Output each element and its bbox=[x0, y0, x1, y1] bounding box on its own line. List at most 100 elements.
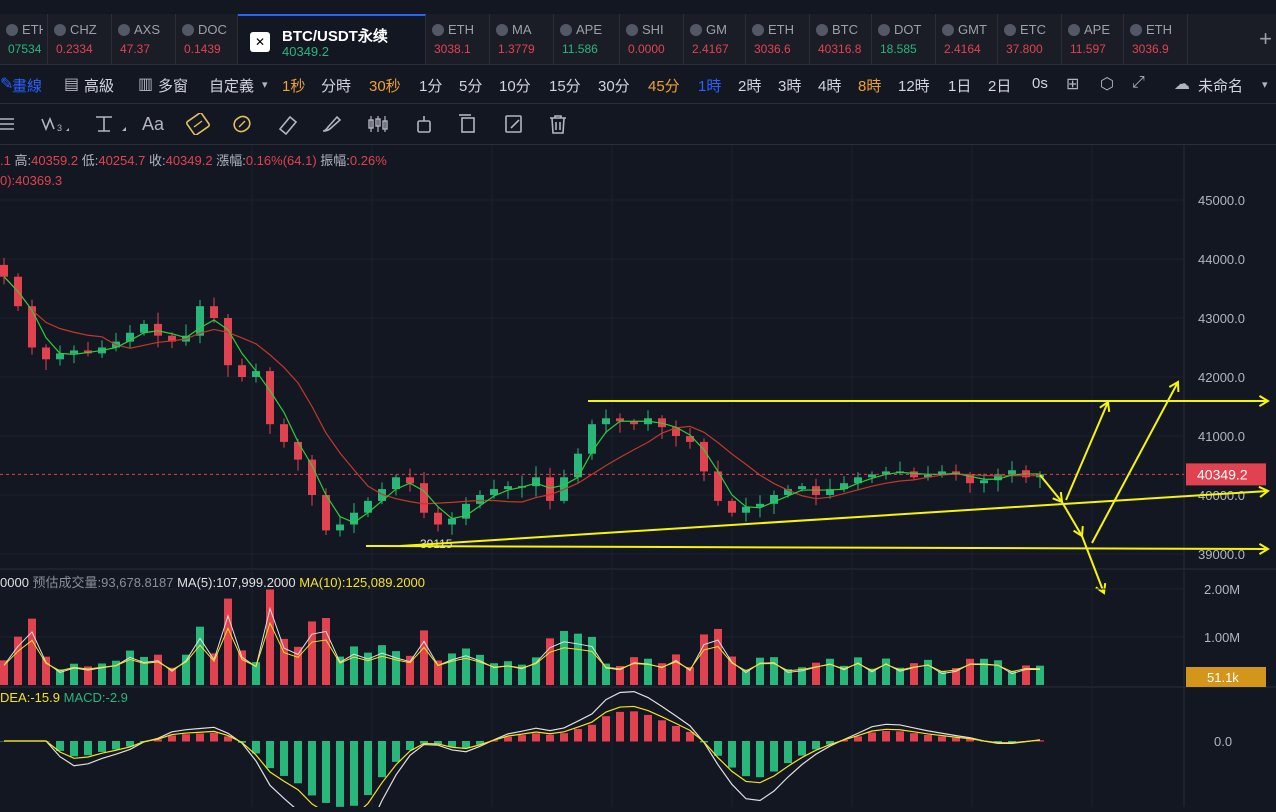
ruler-icon[interactable] bbox=[186, 113, 210, 135]
ticker-price: 07534 bbox=[8, 42, 42, 56]
ticker-price: 1.3779 bbox=[498, 42, 535, 56]
fullscreen-icon[interactable]: ⤢ bbox=[1132, 74, 1145, 92]
ticker-tab[interactable]: DOC 0.1439 bbox=[176, 14, 238, 64]
coin-icon bbox=[560, 24, 572, 36]
candlestick-chart[interactable]: 45000.044000.043000.042000.041000.040000… bbox=[0, 145, 1276, 812]
volume-bar bbox=[154, 654, 162, 685]
volume-tag-label: 51.1k bbox=[1207, 670, 1239, 685]
macd-histogram-bar bbox=[728, 741, 736, 768]
macd-histogram-bar bbox=[98, 741, 106, 752]
change-label: 漲幅: bbox=[216, 153, 246, 168]
draw-line-button[interactable]: 畫線 bbox=[12, 75, 42, 96]
timeframe-12[interactable]: 4時 bbox=[818, 75, 841, 96]
coin-icon bbox=[752, 24, 764, 36]
macd-histogram-bar bbox=[658, 720, 666, 742]
macd-histogram-bar bbox=[756, 741, 764, 778]
layout-chevron-icon[interactable]: ▾ bbox=[1262, 78, 1268, 91]
candle-body bbox=[504, 486, 512, 490]
eraser-icon[interactable] bbox=[276, 113, 300, 135]
macd-histogram-bar bbox=[364, 741, 372, 796]
trendline bbox=[1065, 401, 1109, 501]
timeframe-11[interactable]: 3時 bbox=[778, 75, 801, 96]
ticker-tab[interactable]: APE 11.586 bbox=[554, 14, 620, 64]
ticker-tab[interactable]: AXS 47.37 bbox=[112, 14, 176, 64]
timeframe-1[interactable]: 分時 bbox=[321, 75, 351, 96]
ticker-tab-active[interactable]: ✕ BTC/USDT永续 40349.2 bbox=[238, 14, 426, 64]
macd-histogram-bar bbox=[742, 741, 750, 777]
ticker-tab[interactable]: APE 11.597 bbox=[1062, 14, 1124, 64]
macd-histogram-bar bbox=[196, 733, 204, 742]
add-tab-icon[interactable]: + bbox=[1259, 26, 1272, 52]
timeframe-16[interactable]: 2日 bbox=[988, 75, 1011, 96]
ticker-tab[interactable]: GMT 2.4164 bbox=[936, 14, 998, 64]
ticker-tab[interactable]: ETH 3036.9 bbox=[1124, 14, 1188, 64]
advanced-button[interactable]: 高級 bbox=[84, 75, 114, 96]
wave-icon[interactable]: 3 bbox=[40, 113, 70, 135]
macd-histogram-bar bbox=[602, 716, 610, 742]
copy-icon[interactable] bbox=[456, 113, 480, 135]
timeframe-0[interactable]: 1秒 bbox=[282, 75, 305, 96]
ticker-tab[interactable]: BTC 40316.8 bbox=[810, 14, 872, 64]
custom-button[interactable]: 自定義 bbox=[209, 75, 254, 96]
candle-body bbox=[546, 477, 554, 501]
ticker-name: CHZ bbox=[70, 22, 97, 37]
multi-window-button[interactable]: 多窗 bbox=[158, 75, 188, 96]
macd-histogram-bar bbox=[630, 711, 638, 742]
ticker-tab[interactable]: MA 1.3779 bbox=[490, 14, 554, 64]
ticker-tab[interactable]: CHZ 0.2334 bbox=[48, 14, 112, 64]
text-tool-icon[interactable]: Aa bbox=[142, 114, 164, 135]
ticker-tab[interactable]: GM 2.4167 bbox=[684, 14, 746, 64]
layout-name-button[interactable]: 未命名 bbox=[1198, 75, 1243, 96]
macd-histogram-bar bbox=[70, 741, 78, 757]
current-price-label: 40349.2 bbox=[1197, 466, 1248, 482]
drawing-toolbar: 3 Aa bbox=[0, 104, 1276, 145]
volume-bar bbox=[868, 668, 876, 685]
timeframe-4[interactable]: 5分 bbox=[459, 75, 482, 96]
volume-bar bbox=[574, 633, 582, 685]
timeframe-5[interactable]: 10分 bbox=[499, 75, 531, 96]
open-value: .1 bbox=[0, 153, 11, 168]
brush-icon[interactable] bbox=[320, 113, 344, 135]
horizontal-lines-icon[interactable] bbox=[0, 113, 24, 135]
macd-histogram-bar bbox=[462, 741, 470, 748]
timeframe-17[interactable]: 0s bbox=[1032, 75, 1048, 92]
volume-bar bbox=[742, 669, 750, 685]
ticker-tab[interactable]: ETH 3036.6 bbox=[746, 14, 810, 64]
chart-area[interactable]: 45000.0 44000.0 43000.0 42000.0 41000.0 40000… bbox=[0, 145, 1276, 812]
magnet-icon[interactable] bbox=[230, 113, 254, 135]
macd-histogram-bar bbox=[616, 711, 624, 742]
candle-body bbox=[490, 489, 498, 495]
macd-histogram-bar bbox=[280, 741, 288, 776]
ticker-name: GMT bbox=[958, 22, 987, 37]
trash-icon[interactable] bbox=[546, 113, 570, 135]
lock-icon[interactable] bbox=[412, 113, 436, 135]
timeframe-14[interactable]: 12時 bbox=[898, 75, 930, 96]
edit-icon[interactable] bbox=[502, 113, 526, 135]
timeframe-2[interactable]: 30秒 bbox=[369, 75, 401, 96]
ticker-tab[interactable]: ETC 37.800 bbox=[998, 14, 1062, 64]
candles-icon[interactable] bbox=[366, 113, 390, 135]
ticker-name: ETH bbox=[1146, 22, 1172, 37]
timeframe-15[interactable]: 1日 bbox=[948, 75, 971, 96]
ticker-tab[interactable]: ETH 07534 bbox=[0, 14, 48, 64]
ticker-tab[interactable]: SHI 0.0000 bbox=[620, 14, 684, 64]
candle-body bbox=[532, 477, 540, 487]
ticker-tab[interactable]: DOT 18.585 bbox=[872, 14, 936, 64]
timeframe-8[interactable]: 45分 bbox=[648, 75, 680, 96]
timeframe-9[interactable]: 1時 bbox=[698, 75, 721, 96]
volume-bar bbox=[714, 628, 722, 685]
timeframe-13[interactable]: 8時 bbox=[858, 75, 881, 96]
settings-icon[interactable]: ⬡ bbox=[1100, 74, 1114, 94]
timeframe-10[interactable]: 2時 bbox=[738, 75, 761, 96]
ticker-tab[interactable]: ETH 3038.1 bbox=[426, 14, 490, 64]
measure-icon[interactable] bbox=[94, 113, 128, 135]
candle-body bbox=[70, 350, 78, 354]
volume-bar bbox=[196, 626, 204, 685]
volume-bar bbox=[994, 660, 1002, 685]
timeframe-3[interactable]: 1分 bbox=[419, 75, 442, 96]
timeframe-7[interactable]: 30分 bbox=[598, 75, 630, 96]
add-indicator-icon[interactable]: ⊞ bbox=[1066, 74, 1079, 94]
timeframe-6[interactable]: 15分 bbox=[549, 75, 581, 96]
volume-bar bbox=[672, 654, 680, 685]
ticker-price: 2.4167 bbox=[692, 42, 729, 56]
